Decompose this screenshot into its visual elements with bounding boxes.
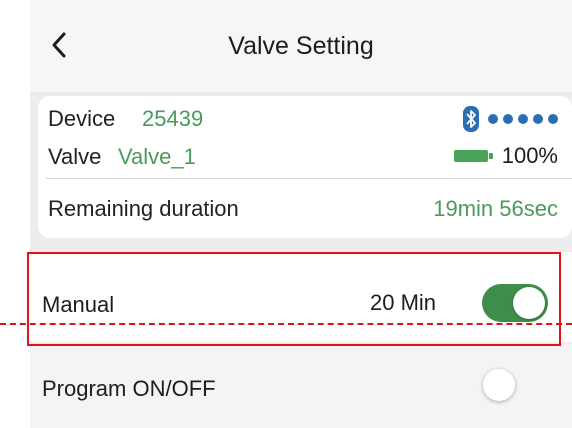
program-toggle[interactable] [480, 366, 546, 404]
program-row[interactable]: Program ON/OFF [30, 344, 572, 428]
manual-duration[interactable]: 20 Min [370, 290, 436, 316]
device-label: Device [48, 106, 116, 131]
signal-dot [488, 114, 498, 124]
divider [46, 178, 572, 179]
battery-status: 100% [453, 143, 558, 169]
signal-dot [548, 114, 558, 124]
bluetooth-signal [463, 106, 558, 132]
program-label: Program ON/OFF [42, 376, 216, 401]
toggle-knob [513, 287, 545, 319]
manual-row[interactable]: Manual 20 Min [30, 252, 572, 342]
battery-icon [453, 150, 493, 162]
remaining-duration-value: 19min 56sec [433, 196, 558, 221]
signal-dot [518, 114, 528, 124]
remaining-duration-label: Remaining duration [48, 196, 239, 221]
device-id: 25439 [142, 106, 204, 131]
page-title: Valve Setting [228, 32, 374, 60]
toggle-knob [483, 369, 515, 401]
manual-label: Manual [42, 292, 115, 317]
signal-dot [503, 114, 513, 124]
bluetooth-icon [463, 106, 479, 132]
valve-name: Valve_1 [118, 144, 196, 169]
manual-toggle[interactable] [482, 284, 548, 322]
header-bar: Valve Setting [30, 0, 572, 92]
signal-dot [533, 114, 543, 124]
app-screen: Valve Setting Device 25439 Valve Valve_1… [30, 0, 572, 428]
device-info-card: Device 25439 Valve Valve_1 100% Remainin… [38, 96, 572, 238]
battery-percent: 100% [501, 143, 558, 168]
valve-label: Valve [48, 144, 102, 169]
signal-strength-dots [483, 114, 558, 124]
